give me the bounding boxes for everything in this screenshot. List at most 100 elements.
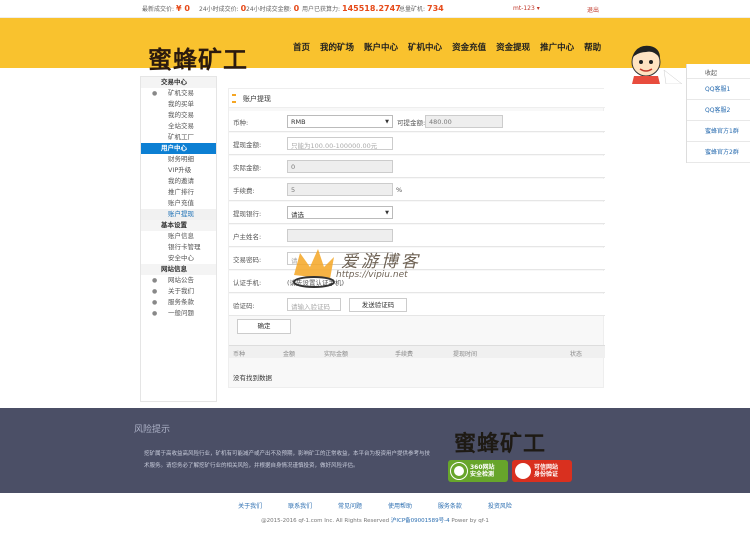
captcha-row: 验证码: 请输入验证码 发送验证码 [229,294,605,316]
watermark-url: https://vipiu.net [336,270,408,280]
link-contact[interactable]: 联系我们 [288,503,312,510]
fee-label: 手续费: [233,187,255,195]
logout-link[interactable]: 退出 [587,5,599,14]
sidebar-item-account-info[interactable]: 账户信息 [141,231,216,242]
nav-miner-center[interactable]: 矿机中心 [408,41,442,53]
withdraw-panel: 账户提现 币种: RMB ▼ 可提金额: 480.00 提现金额: 只能为100.… [228,88,605,388]
account-name-row: 户主姓名: [229,225,605,247]
site-logo[interactable]: 蜜蜂矿工 [148,40,248,75]
verified-icon [515,463,531,479]
sidebar-section-settings: 基本设置 [141,220,216,231]
captcha-label: 验证码: [233,302,255,310]
nav-account-center[interactable]: 账户中心 [364,41,398,53]
amount-label: 提现金额: [233,141,262,149]
sidebar-item-bank-card[interactable]: 银行卡管理 [141,242,216,253]
sidebar-section-trade: 交易中心 [141,77,216,88]
stat-total-miners: 总量矿机: 734 [399,4,444,13]
account-sidebar: 交易中心 ● 矿机交易 我的买单 我的交易 全站交易 矿机工厂 用户中心 财务明细… [140,76,217,402]
nav-help[interactable]: 帮助 [584,41,601,53]
icp-link[interactable]: 沪ICP备09001589号-4 [391,518,450,524]
balance-label: 可提金额: [397,119,426,127]
risk-title: 风险提示 [134,425,171,435]
watermark: 爱游博客 https://vipiu.net [290,245,450,290]
link-risk[interactable]: 投资风险 [488,503,512,510]
link-faq[interactable]: 常见问题 [338,503,362,510]
account-name-field [287,229,393,242]
dot-icon: ● [152,90,158,97]
bank-row: 提现银行: 请选 ▼ [229,202,605,224]
stat-latest-price: 最新成交价: ¥ 0 [142,4,190,13]
send-code-button[interactable]: 发送验证码 [349,298,407,312]
qq-service-2-link[interactable]: QQ客服2 [687,100,750,121]
title-bar-icon [232,94,236,103]
chevron-down-icon: ▼ [385,210,389,216]
nav-deposit[interactable]: 资金充值 [452,41,486,53]
sidebar-item-announcement[interactable]: ● 网站公告 [141,275,216,286]
sidebar-item-about[interactable]: ● 关于我们 [141,286,216,297]
official-group-1-link[interactable]: 蜜蜂官方1群 [687,121,750,142]
account-name-label: 户主姓名: [233,233,262,241]
qq-service-1-link[interactable]: QQ客服1 [687,79,750,100]
submit-button[interactable]: 确定 [237,319,291,334]
badge-trusted-site[interactable]: 可信网站 身份验证 [512,460,572,482]
dot-icon: ● [152,310,158,317]
col-amount: 金额 [283,351,296,358]
col-currency: 币种 [233,351,246,358]
float-panel-title[interactable]: 收起 [687,64,750,79]
site-header: 蜜蜂矿工 首页 我的矿场 账户中心 矿机中心 资金充值 资金提现 推广中心 帮助 [0,18,750,84]
sidebar-item-security[interactable]: 安全中心 [141,253,216,264]
copyright: @2015-2016 qf-1.com Inc. All Rights Rese… [261,518,489,524]
link-help[interactable]: 使用帮助 [388,503,412,510]
nav-promotion[interactable]: 推广中心 [540,41,574,53]
captcha-input[interactable]: 请输入验证码 [287,298,341,311]
sidebar-item-ranking[interactable]: 推广排行 [141,187,216,198]
amount-input[interactable]: 只能为100.00-100000.00元 [287,137,393,150]
actual-amount-row: 实际金额: 0 [229,156,605,178]
stat-24h-amount: 24小时成交金额: 0 [246,4,300,13]
stat-24h-price: 24小时成交价: 0 [199,4,247,13]
bank-label: 提现银行: [233,210,262,218]
nav-home[interactable]: 首页 [293,41,310,53]
empty-table-message: 没有找到数据 [233,374,272,382]
sidebar-item-my-trade[interactable]: 我的交易 [141,110,216,121]
link-about[interactable]: 关于我们 [238,503,262,510]
page-title: 账户提现 [229,89,605,108]
footer-logo: 蜜蜂矿工 [454,431,547,457]
phone-label: 认证手机: [233,279,262,287]
mascot-icon [631,45,683,84]
link-terms[interactable]: 服务条款 [438,503,462,510]
top-stats-bar: 最新成交价: ¥ 0 24小时成交价: 0 24小时成交金额: 0 用户已获算力: 14… [0,0,750,18]
sidebar-item-withdraw[interactable]: 账户提现 [141,209,216,220]
sidebar-section-site-info: 网站信息 [141,264,216,275]
currency-select[interactable]: RMB ▼ [287,115,393,128]
badge-360-security[interactable]: 360网站 安全检测 [448,460,508,482]
main-nav: 首页 我的矿场 账户中心 矿机中心 资金充值 资金提现 推广中心 帮助 [293,41,611,53]
col-time: 提现时间 [453,351,478,358]
sidebar-item-terms[interactable]: ● 服务条款 [141,297,216,308]
sidebar-item-finance[interactable]: 财务明细 [141,154,216,165]
sidebar-item-faq[interactable]: ● 一般问题 [141,308,216,319]
risk-text: 挖矿属于高收益高风险行业，矿机有可能减产或产出不及预期，影响矿工的正常收益，本平… [144,451,431,469]
contact-float-panel: 收起 QQ客服1 QQ客服2 蜜蜂官方1群 蜜蜂官方2群 [686,64,750,163]
fee-field: 5 [287,183,393,196]
dot-icon: ● [152,277,158,284]
sidebar-item-deposit[interactable]: 账户充值 [141,198,216,209]
sidebar-item-invite[interactable]: 我的邀请 [141,176,216,187]
sidebar-item-all-trade[interactable]: 全站交易 [141,121,216,132]
watermark-text: 爱游博客 [341,252,421,272]
nav-my-mine[interactable]: 我的矿场 [320,41,354,53]
currency-row: 币种: RMB ▼ 可提金额: 480.00 [229,111,605,132]
sidebar-item-miner-trade[interactable]: ● 矿机交易 [141,88,216,99]
site-footer: 风险提示 挖矿属于高收益高风险行业，矿机有可能减产或产出不及预期，影响矿工的正常… [0,408,750,493]
nav-withdraw[interactable]: 资金提现 [496,41,530,53]
sidebar-item-vip[interactable]: VIP升级 [141,165,216,176]
official-group-2-link[interactable]: 蜜蜂官方2群 [687,142,750,163]
actual-amount-field: 0 [287,160,393,173]
bank-select[interactable]: 请选 ▼ [287,206,393,219]
user-menu[interactable]: mt-123 ▾ [513,5,540,12]
sidebar-item-miner-factory[interactable]: 矿机工厂 [141,132,216,143]
sidebar-item-my-buy[interactable]: 我的买单 [141,99,216,110]
watermark-crown-icon [293,249,335,288]
col-fee: 手续费 [395,351,414,358]
fee-row: 手续费: 5 % [229,179,605,201]
